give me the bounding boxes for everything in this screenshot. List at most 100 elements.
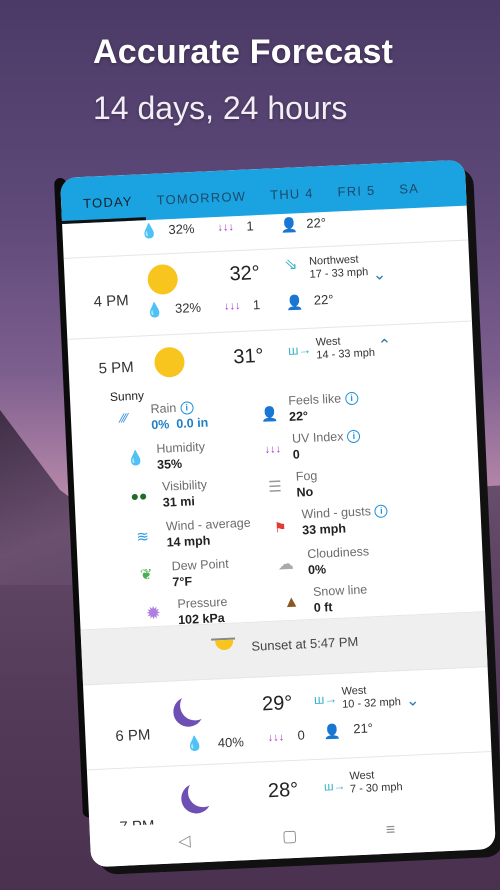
app-screen: TODAY TOMORROW THU 4 FRI 5 SA 💧 32% ↓↓↓ … xyxy=(60,159,496,868)
cloud-icon: ☁ xyxy=(277,555,295,574)
wind-info: West 10 - 32 mph xyxy=(341,683,401,712)
dew-point-label: Dew Point xyxy=(171,556,229,574)
sun-icon xyxy=(149,265,177,294)
fog-icon: ☰ xyxy=(267,478,283,496)
uv-index-value: 0 xyxy=(292,447,301,462)
moon-icon xyxy=(179,690,210,721)
feels-like-icon: 👤 xyxy=(285,294,304,311)
wind-west-icon: ш→ xyxy=(313,690,338,708)
rain-info-icon[interactable]: i xyxy=(179,401,194,415)
wind-direction: Northwest xyxy=(308,253,359,268)
wind-info: West 14 - 33 mph xyxy=(315,334,375,363)
promo-headline: Accurate Forecast xyxy=(93,33,394,71)
wind-speed: 7 - 30 mph xyxy=(349,781,403,796)
sunset-icon xyxy=(215,639,234,651)
uv-index-label: UV Index i xyxy=(292,429,361,446)
moon-icon xyxy=(187,776,218,807)
binoculars-icon: ●● xyxy=(130,487,148,505)
hour-row-5pm-expanded[interactable]: 5 PM 31° ш→ West 14 - 33 mph ⌃ Sunny ⁄⁄⁄… xyxy=(67,321,486,631)
sun-icon xyxy=(155,348,184,376)
uv-icon: ↓↓↓ xyxy=(217,221,235,234)
humidity-label: Humidity xyxy=(156,439,206,456)
weather-condition: Sunny xyxy=(109,388,145,404)
feels-like-icon: 👤 xyxy=(279,216,299,234)
humidity-value: 32% xyxy=(174,299,202,316)
hour-temp: 28° xyxy=(267,778,299,803)
wind-speed: 10 - 32 mph xyxy=(341,696,402,711)
humidity-icon: 💧 xyxy=(185,735,204,752)
hour-time: 6 PM xyxy=(115,726,151,746)
rain-icon: ⁄⁄⁄ xyxy=(120,410,128,426)
uv-index-info-icon[interactable]: i xyxy=(347,429,361,444)
humidity-icon: 💧 xyxy=(145,301,164,319)
humidity-icon: 💧 xyxy=(126,449,145,467)
uv-index-icon: ↓↓↓ xyxy=(264,443,282,456)
mountain-snow-line-icon: ▲ xyxy=(283,593,300,612)
snow-line-value: 0 ft xyxy=(313,600,333,615)
wind-speed: 14 - 33 mph xyxy=(316,346,376,362)
feels-like-info-icon[interactable]: i xyxy=(344,391,359,406)
uv-icon: ↓↓↓ xyxy=(267,731,285,745)
feels-like-icon: 👤 xyxy=(260,405,279,423)
wind-info: Northwest 17 - 33 mph xyxy=(309,253,369,282)
expand-chevron-down-icon[interactable]: ⌄ xyxy=(406,690,420,711)
tab-sat[interactable]: SA xyxy=(387,180,432,209)
wind-gusts-label: Wind - gusts i xyxy=(301,503,389,521)
fog-value: No xyxy=(296,484,314,500)
hour-temp: 31° xyxy=(232,344,265,369)
feels-like-value: 22° xyxy=(288,409,309,424)
hour-temp: 29° xyxy=(261,692,293,716)
recents-menu-icon[interactable]: ≡ xyxy=(386,821,396,839)
pressure-gauge-icon: ✹ xyxy=(145,602,162,624)
hour-temp: 32° xyxy=(229,262,261,286)
feels-like-value: 22° xyxy=(305,214,327,231)
tab-thu-4[interactable]: THU 4 xyxy=(258,185,327,215)
uv-value: 1 xyxy=(246,218,254,234)
back-icon[interactable]: ◁ xyxy=(178,831,191,852)
rain-value: 0% 0.0 in xyxy=(150,415,209,433)
feels-like-label: Feels like i xyxy=(288,391,359,408)
wind-average-icon: ≋ xyxy=(135,528,150,546)
wind-direction: West xyxy=(315,335,341,349)
uv-value: 0 xyxy=(297,727,306,743)
cloudiness-value: 0% xyxy=(307,562,327,578)
wind-direction: West xyxy=(341,684,367,698)
wind-average-value: 14 mph xyxy=(166,533,211,550)
humidity-value: 32% xyxy=(168,220,195,238)
wind-gusts-info-icon[interactable]: i xyxy=(374,504,389,519)
wind-info: West 7 - 30 mph xyxy=(349,768,403,796)
visibility-value: 31 mi xyxy=(162,494,196,510)
expand-chevron-down-icon[interactable]: ⌄ xyxy=(372,264,386,285)
uv-value: 1 xyxy=(252,297,261,313)
feels-like-icon: 👤 xyxy=(323,722,342,740)
humidity-value: 35% xyxy=(156,456,183,472)
tab-fri-5[interactable]: FRI 5 xyxy=(325,182,388,212)
wind-speed: 17 - 33 mph xyxy=(309,266,369,281)
dew-point-value: 7°F xyxy=(172,574,193,590)
leaf-dew-point-icon: ❦ xyxy=(139,566,154,584)
rain-label: Rain i xyxy=(150,400,194,416)
feels-like-value: 21° xyxy=(352,720,374,737)
wind-west-icon: ш→ xyxy=(287,341,312,358)
wind-average-label: Wind - average xyxy=(165,515,251,534)
uv-icon: ↓↓↓ xyxy=(223,299,241,313)
wind-direction: West xyxy=(349,769,375,783)
humidity-value: 40% xyxy=(217,734,245,751)
wind-west-icon: ш→ xyxy=(323,778,346,794)
sunset-label: Sunset at 5:47 PM xyxy=(251,633,359,654)
cloudiness-label: Cloudiness xyxy=(307,544,370,562)
collapse-chevron-up-icon[interactable]: ⌃ xyxy=(377,335,392,356)
snow-line-label: Snow line xyxy=(312,582,368,599)
hour-time: 5 PM xyxy=(98,358,135,378)
fog-label: Fog xyxy=(295,468,318,484)
wind-gusts-value: 33 mph xyxy=(301,521,347,538)
feels-like-value: 22° xyxy=(313,291,334,308)
phone-mockup: TODAY TOMORROW THU 4 FRI 5 SA 💧 32% ↓↓↓ … xyxy=(54,159,500,875)
hour-time: 4 PM xyxy=(93,292,130,311)
pressure-label: Pressure xyxy=(177,594,228,612)
home-icon[interactable]: ▢ xyxy=(282,826,298,847)
wind-northwest-icon: ⇘ xyxy=(283,256,298,274)
visibility-label: Visibility xyxy=(161,477,208,494)
promo-subhead: 14 days, 24 hours xyxy=(93,90,348,126)
humidity-icon: 💧 xyxy=(140,222,159,240)
